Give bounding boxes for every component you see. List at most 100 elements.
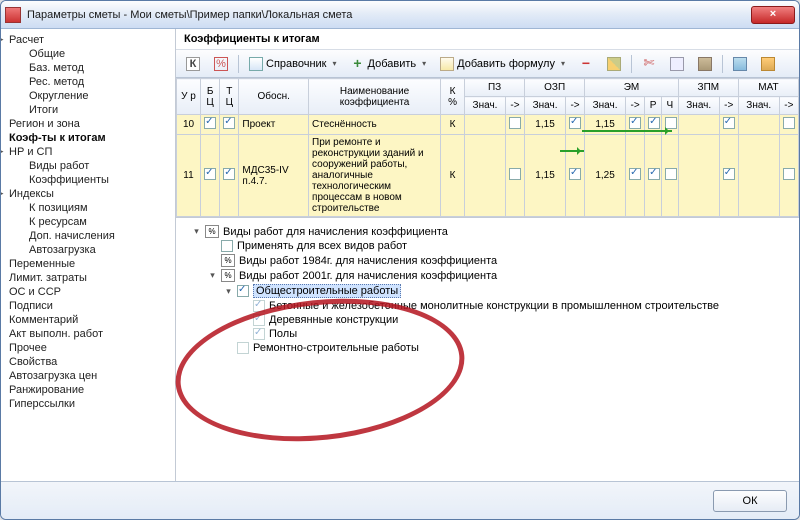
worktype-item[interactable]: Ремонтно-строительные работы <box>180 341 795 355</box>
worktype-item[interactable]: ▾%Виды работ для начисления коэффициента <box>180 224 795 239</box>
save-button[interactable] <box>727 54 753 74</box>
col-ur[interactable]: У р <box>177 79 201 115</box>
sidebar-item[interactable]: Виды работ <box>1 159 175 173</box>
worktype-item[interactable]: Применять для всех видов работ <box>180 239 795 253</box>
checkbox[interactable] <box>253 328 265 340</box>
worktype-item[interactable]: Деревянные конструкции <box>180 313 795 327</box>
col-em-ch[interactable]: Ч <box>661 97 678 115</box>
checkbox[interactable] <box>723 168 735 180</box>
checkbox[interactable] <box>629 117 641 129</box>
col-obosn[interactable]: Обосн. <box>239 79 309 115</box>
col-name[interactable]: Наименование коэффициента <box>309 79 441 115</box>
col-mat-v[interactable]: Знач. <box>738 97 779 115</box>
col-kpct[interactable]: К % <box>441 79 465 115</box>
sidebar-item[interactable]: ОС и ССР <box>1 285 175 299</box>
checkbox[interactable] <box>723 117 735 129</box>
checkbox[interactable] <box>204 117 216 129</box>
sidebar-item[interactable]: Расчет <box>1 33 175 47</box>
checkbox[interactable] <box>237 285 249 297</box>
col-ozp-v[interactable]: Знач. <box>525 97 566 115</box>
add-button[interactable]: +Добавить <box>345 54 433 74</box>
checkbox[interactable] <box>648 117 660 129</box>
worktype-item[interactable]: ▾%Виды работ 2001г. для начисления коэфф… <box>180 268 795 283</box>
add-formula-button[interactable]: Добавить формулу <box>434 54 571 74</box>
k-percent-button[interactable]: % <box>208 54 234 74</box>
worktype-item[interactable]: ▾Общестроительные работы <box>180 283 795 299</box>
col-em[interactable]: ЭМ <box>585 79 679 97</box>
edit-button[interactable] <box>601 54 627 74</box>
col-em-r[interactable]: Р <box>645 97 662 115</box>
checkbox[interactable] <box>629 168 641 180</box>
checkbox[interactable] <box>569 117 581 129</box>
paste-button[interactable] <box>692 54 718 74</box>
sidebar-item[interactable]: Автозагрузка цен <box>1 369 175 383</box>
checkbox[interactable] <box>223 117 235 129</box>
checkbox[interactable] <box>783 117 795 129</box>
worktype-item[interactable]: %Виды работ 1984г. для начисления коэффи… <box>180 253 795 268</box>
sidebar-item[interactable]: Подписи <box>1 299 175 313</box>
sidebar-item[interactable]: К позициям <box>1 201 175 215</box>
sidebar-item[interactable]: Переменные <box>1 257 175 271</box>
sidebar-item[interactable]: К ресурсам <box>1 215 175 229</box>
col-ozp-a[interactable]: -> <box>565 97 584 115</box>
worktype-item[interactable]: Бетонные и железобетонные монолитные кон… <box>180 299 795 313</box>
checkbox[interactable] <box>665 168 677 180</box>
copy-button[interactable] <box>664 54 690 74</box>
sidebar-item[interactable]: Доп. начисления <box>1 229 175 243</box>
checkbox[interactable] <box>569 168 581 180</box>
tree-twisty[interactable]: ▾ <box>224 286 233 297</box>
table-row[interactable]: 11МДС35-IV п.4.7.При ремонте и реконстру… <box>177 135 799 217</box>
sidebar-item[interactable]: Гиперссылки <box>1 397 175 411</box>
col-pz-a[interactable]: -> <box>505 97 524 115</box>
checkbox[interactable] <box>237 342 249 354</box>
checkbox[interactable] <box>648 168 660 180</box>
col-mat-a[interactable]: -> <box>779 97 798 115</box>
sidebar-item[interactable]: Автозагрузка <box>1 243 175 257</box>
col-bc[interactable]: Б Ц <box>201 79 220 115</box>
sidebar-item[interactable]: Округление <box>1 89 175 103</box>
checkbox[interactable] <box>223 168 235 180</box>
tree-twisty[interactable]: ▾ <box>192 226 201 237</box>
worktype-item[interactable]: Полы <box>180 327 795 341</box>
k-button[interactable]: К <box>180 54 206 74</box>
close-button[interactable]: × <box>751 6 795 24</box>
checkbox[interactable] <box>509 168 521 180</box>
sidebar-item[interactable]: Регион и зона <box>1 117 175 131</box>
sidebar-item[interactable]: Прочее <box>1 341 175 355</box>
checkbox[interactable] <box>253 314 265 326</box>
sidebar-item[interactable]: Общие <box>1 47 175 61</box>
sidebar-item[interactable]: Баз. метод <box>1 61 175 75</box>
col-zpm-a[interactable]: -> <box>719 97 738 115</box>
col-tc[interactable]: Т Ц <box>220 79 239 115</box>
ok-button[interactable]: ОК <box>713 490 787 512</box>
checkbox[interactable] <box>204 168 216 180</box>
sidebar-item[interactable]: Итоги <box>1 103 175 117</box>
col-mat[interactable]: МАТ <box>738 79 798 97</box>
col-zpm[interactable]: ЗПМ <box>678 79 738 97</box>
grid[interactable]: У р Б Ц Т Ц Обосн. Наименование коэффици… <box>176 78 799 218</box>
sidebar-item[interactable]: Лимит. затраты <box>1 271 175 285</box>
col-zpm-v[interactable]: Знач. <box>678 97 719 115</box>
sidebar-item[interactable]: Рес. метод <box>1 75 175 89</box>
sidebar-item[interactable]: Индексы <box>1 187 175 201</box>
col-ozp[interactable]: ОЗП <box>525 79 585 97</box>
checkbox[interactable] <box>783 168 795 180</box>
table-row[interactable]: 10ПроектСтеснённостьК1,151,15 <box>177 115 799 135</box>
open-button[interactable] <box>755 54 781 74</box>
sidebar-item[interactable]: Коэффициенты <box>1 173 175 187</box>
sidebar-item[interactable]: НР и СП <box>1 145 175 159</box>
cut-button[interactable]: ✄ <box>636 54 662 74</box>
tree-twisty[interactable]: ▾ <box>208 270 217 281</box>
checkbox[interactable] <box>221 240 233 252</box>
sidebar-item[interactable]: Комментарий <box>1 313 175 327</box>
checkbox[interactable] <box>253 300 265 312</box>
reference-button[interactable]: Справочник <box>243 54 343 74</box>
sidebar-item[interactable]: Ранжирование <box>1 383 175 397</box>
col-pz[interactable]: ПЗ <box>465 79 525 97</box>
col-em-v[interactable]: Знач. <box>585 97 626 115</box>
col-em-a[interactable]: -> <box>625 97 644 115</box>
sidebar-item[interactable]: Коэф-ты к итогам <box>1 131 175 145</box>
col-pz-v[interactable]: Знач. <box>465 97 506 115</box>
checkbox[interactable] <box>509 117 521 129</box>
sidebar-item[interactable]: Свойства <box>1 355 175 369</box>
